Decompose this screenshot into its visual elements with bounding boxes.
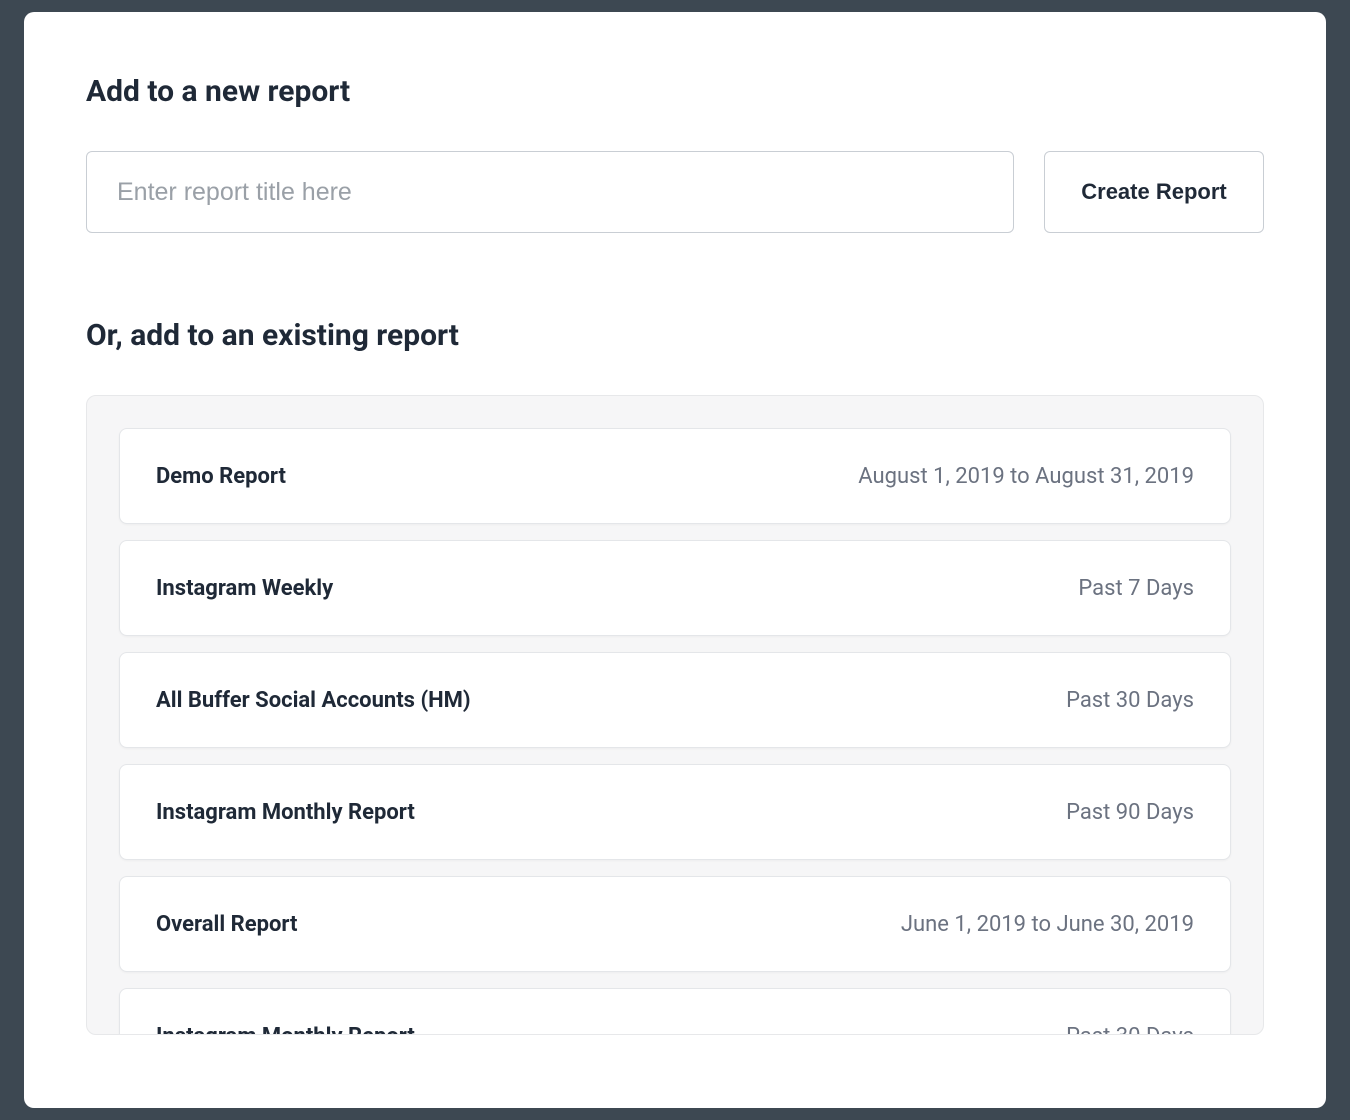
report-item[interactable]: Instagram Monthly Report Past 90 Days: [119, 764, 1231, 860]
report-item-title: Demo Report: [156, 464, 286, 489]
report-item-range: August 1, 2019 to August 31, 2019: [858, 464, 1194, 489]
report-item[interactable]: Overall Report June 1, 2019 to June 30, …: [119, 876, 1231, 972]
new-report-input-row: Create Report: [86, 151, 1264, 233]
create-report-button[interactable]: Create Report: [1044, 151, 1264, 233]
report-item[interactable]: All Buffer Social Accounts (HM) Past 30 …: [119, 652, 1231, 748]
report-item[interactable]: Demo Report August 1, 2019 to August 31,…: [119, 428, 1231, 524]
report-item-range: Past 7 Days: [1078, 576, 1194, 601]
report-item-range: June 1, 2019 to June 30, 2019: [901, 912, 1194, 937]
add-to-report-modal: Add to a new report Create Report Or, ad…: [24, 12, 1326, 1108]
report-item-title: Instagram Monthly Report: [156, 1024, 415, 1036]
report-item-range: Past 30 Days: [1066, 688, 1194, 713]
existing-report-heading: Or, add to an existing report: [86, 318, 1264, 353]
report-item-title: All Buffer Social Accounts (HM): [156, 688, 471, 713]
report-item-range: Past 30 Days: [1066, 1024, 1194, 1036]
report-title-input[interactable]: [86, 151, 1014, 233]
report-item-range: Past 90 Days: [1066, 800, 1194, 825]
report-item-title: Instagram Monthly Report: [156, 800, 415, 825]
report-item[interactable]: Instagram Weekly Past 7 Days: [119, 540, 1231, 636]
report-item[interactable]: Instagram Monthly Report Past 30 Days: [119, 988, 1231, 1035]
new-report-heading: Add to a new report: [86, 74, 1264, 109]
report-item-title: Overall Report: [156, 912, 297, 937]
report-item-title: Instagram Weekly: [156, 576, 333, 601]
existing-reports-list: Demo Report August 1, 2019 to August 31,…: [86, 395, 1264, 1035]
